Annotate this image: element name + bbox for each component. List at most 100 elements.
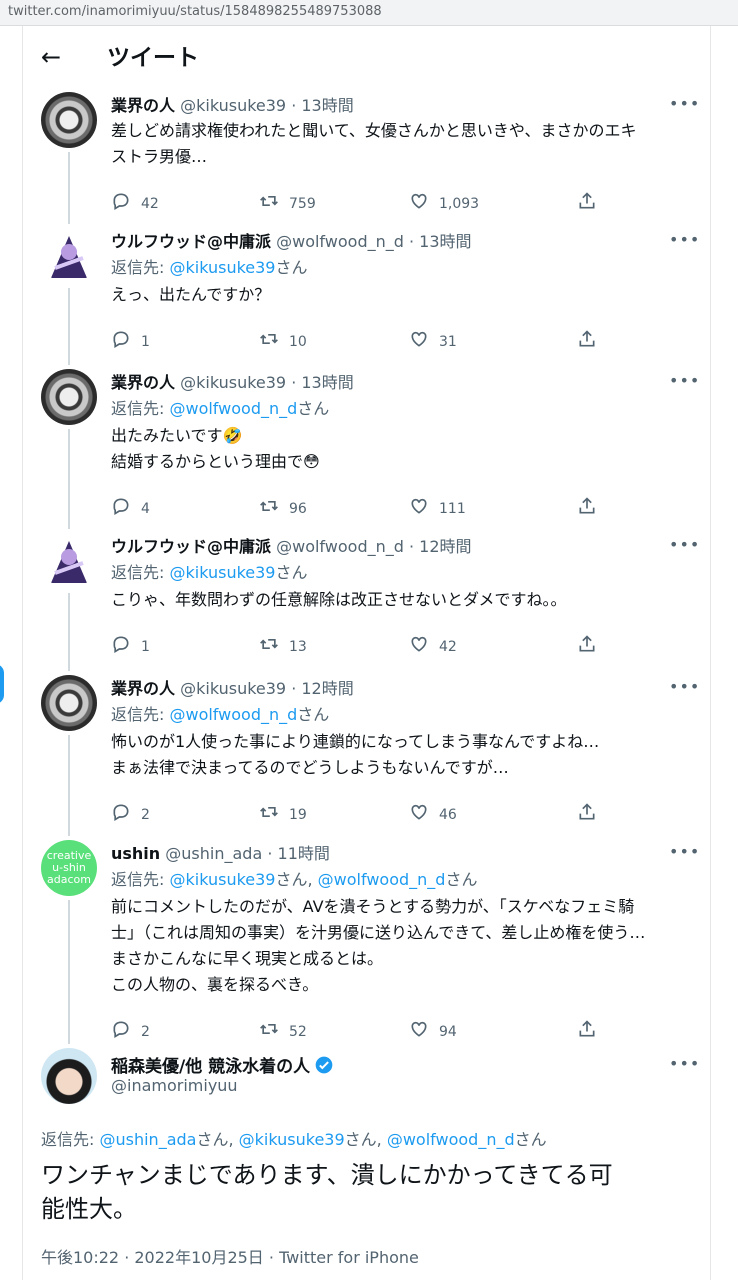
retweet-button[interactable]: 10 [259,330,307,354]
mention-link[interactable]: @wolfwood_n_d [318,870,446,889]
heart-icon [409,191,429,217]
author-handle[interactable]: @kikusuke39 [175,96,286,115]
author-handle[interactable]: @kikusuke39 [175,373,286,392]
author-name[interactable]: 稲森美優/他 競泳水着の人 [111,1052,334,1077]
author-name[interactable]: 業界の人 [111,679,175,698]
reply-button[interactable]: 4 [111,497,150,521]
mention-link[interactable]: @wolfwood_n_d [169,705,297,724]
tweet-time[interactable]: 13時間 [301,96,353,115]
avatar[interactable] [41,1048,97,1104]
separator: · [286,96,302,115]
mention-link[interactable]: @kikusuke39 [239,1130,345,1149]
share-button[interactable] [577,192,597,216]
tweet-time[interactable]: 12時間 [419,537,471,556]
reply-tweet: ウルフウッド@中庸派 @wolfwood_n_d · 12時間 ••• 返信先: @… [23,533,710,659]
tweet-text-line: えっ、出たんですか？ [111,285,271,304]
avatar[interactable]: creative u-shin adacom [41,840,97,896]
author-handle[interactable]: @kikusuke39 [175,679,286,698]
like-button[interactable]: 42 [409,635,457,659]
heart-icon [409,496,429,522]
like-button[interactable]: 94 [409,1020,457,1044]
tweet-header: ushin @ushin_ada · 11時間 [111,842,671,866]
tweet-time[interactable]: 11時間 [278,844,330,863]
like-button[interactable]: 31 [409,330,457,354]
like-count: 31 [439,334,457,350]
honorific: さん [275,258,308,277]
author-name[interactable]: 業界の人 [111,373,175,392]
author-handle[interactable]: @wolfwood_n_d [271,232,404,251]
share-button[interactable] [577,1020,597,1044]
more-icon[interactable]: ••• [669,1054,700,1073]
reply-button[interactable]: 1 [111,330,150,354]
reply-button[interactable]: 2 [111,1020,150,1044]
url-bar[interactable]: twitter.com/inamorimiyuu/status/15848982… [0,0,738,26]
reply-to-line: 返信先: @kikusuke39さん, @wolfwood_n_dさん [111,868,477,892]
author-name[interactable]: ushin [111,844,160,863]
retweet-button[interactable]: 759 [259,192,316,216]
avatar[interactable] [41,675,97,731]
more-icon[interactable]: ••• [669,842,700,861]
author-handle[interactable]: @inamorimiyuu [111,1076,238,1095]
mention-link[interactable]: @wolfwood_n_d [387,1130,515,1149]
like-button[interactable]: 46 [409,803,457,827]
retweet-button[interactable]: 52 [259,1020,307,1044]
share-icon [577,329,597,355]
author-name[interactable]: ウルフウッド@中庸派 [111,232,271,251]
like-button[interactable]: 111 [409,497,466,521]
mention-link[interactable]: @ushin_ada [99,1130,196,1149]
share-button[interactable] [577,497,597,521]
author-handle[interactable]: @wolfwood_n_d [271,537,404,556]
avatar[interactable] [41,369,97,425]
tweet-text-line: 怖いのが1人使った事により連鎖的になってしまう事なんですよね… [111,732,600,751]
mention-link[interactable]: @kikusuke39 [169,258,275,277]
reply-button[interactable]: 42 [111,192,159,216]
like-button[interactable]: 1,093 [409,192,479,216]
timeline-border-right [710,26,711,1280]
mention-link[interactable]: @kikusuke39 [169,870,275,889]
separator: · [403,537,420,556]
more-icon[interactable]: ••• [669,230,700,249]
reply-count: 4 [141,501,150,517]
share-icon [577,802,597,828]
avatar[interactable] [41,228,97,284]
mention-link[interactable]: @wolfwood_n_d [169,399,297,418]
heart-icon [409,1019,429,1045]
avatar[interactable] [41,92,97,148]
tweet-text-line: この人物の、裏を探るべき。 [111,975,319,994]
more-icon[interactable]: ••• [669,371,700,390]
more-icon[interactable]: ••• [669,535,700,554]
share-button[interactable] [577,635,597,659]
tweet-time[interactable]: 13時間 [301,373,353,392]
tweet-timestamp[interactable]: 午後10:22 · 2022年10月25日 · Twitter for iPho… [41,1244,419,1268]
retweet-button[interactable]: 96 [259,497,307,521]
more-icon[interactable]: ••• [669,94,700,113]
retweet-button[interactable]: 13 [259,635,307,659]
mention-link[interactable]: @kikusuke39 [169,563,275,582]
separator: · [286,679,302,698]
author-name[interactable]: 業界の人 [111,96,175,115]
author-handle[interactable]: @ushin_ada [160,844,262,863]
more-icon[interactable]: ••• [669,677,700,696]
tweet-time[interactable]: 13時間 [419,232,471,251]
retweet-button[interactable]: 19 [259,803,307,827]
reply-button[interactable]: 2 [111,803,150,827]
retweet-icon [259,329,279,355]
tweet-text-line: こりゃ、年数問わずの任意解除は改正させないとダメですね。。 [111,590,567,609]
author-name[interactable]: ウルフウッド@中庸派 [111,537,271,556]
page-title: ツイート [107,45,199,71]
reply-count: 2 [141,807,150,823]
avatar[interactable] [41,533,97,589]
tweet-time[interactable]: 12時間 [301,679,353,698]
reply-tweet: creative u-shin adacom ushin @ushin_ada · 1… [23,840,710,1040]
share-button[interactable] [577,803,597,827]
reply-button[interactable]: 1 [111,635,150,659]
reply-icon [111,1019,131,1045]
retweet-icon [259,634,279,660]
floating-sidebar-tab[interactable] [0,664,4,704]
tweet-text-line: まぁ法律で決まってるのでどうしようもないんですが… [111,758,509,777]
reply-tweet: 業界の人 @kikusuke39 · 13時間 ••• 差しどめ請求権使われたと聞い… [23,92,710,212]
share-button[interactable] [577,330,597,354]
honorific: さん [275,563,308,582]
back-arrow-icon[interactable]: ← [41,42,61,72]
share-icon [577,191,597,217]
